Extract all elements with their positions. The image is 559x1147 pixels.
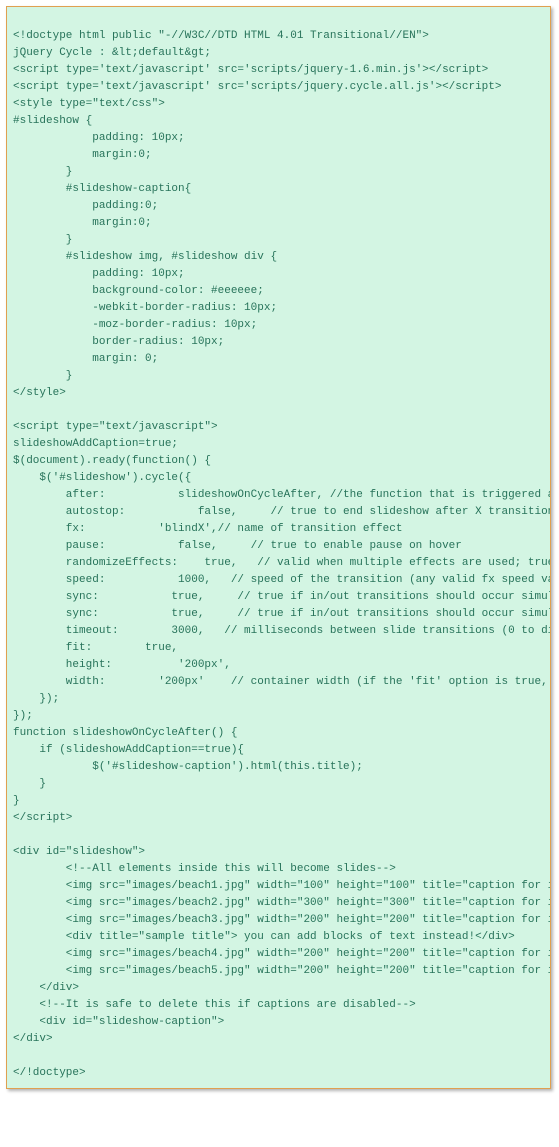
code-line: });: [13, 710, 33, 722]
code-line: <img src="images/beach5.jpg" width="200"…: [13, 965, 551, 977]
code-line: margin:0;: [13, 217, 152, 229]
code-line: function slideshowOnCycleAfter() {: [13, 727, 237, 739]
code-line: <script type='text/javascript' src='scri…: [13, 81, 501, 93]
code-line: margin:0;: [13, 149, 152, 161]
code-line: <!--All elements inside this will become…: [13, 863, 396, 875]
code-line: speed: 1000, // speed of the transition …: [13, 574, 551, 586]
code-line: padding: 10px;: [13, 268, 185, 280]
code-line: <div id="slideshow-caption">: [13, 1016, 224, 1028]
code-line: jQuery Cycle : &lt;default&gt;: [13, 47, 211, 59]
code-line: sync: true, // true if in/out transition…: [13, 608, 551, 620]
code-line: border-radius: 10px;: [13, 336, 224, 348]
code-line: }: [13, 370, 72, 382]
code-line: fx: 'blindX',// name of transition effec…: [13, 523, 402, 535]
code-line: <script type='text/javascript' src='scri…: [13, 64, 488, 76]
code-line: #slideshow {: [13, 115, 92, 127]
code-line: </style>: [13, 387, 66, 399]
code-line: </script>: [13, 812, 72, 824]
code-line: </div>: [13, 1033, 53, 1045]
code-line: -moz-border-radius: 10px;: [13, 319, 257, 331]
code-line: -webkit-border-radius: 10px;: [13, 302, 277, 314]
code-line: sync: true, // true if in/out transition…: [13, 591, 551, 603]
code-line: slideshowAddCaption=true;: [13, 438, 178, 450]
code-line: #slideshow img, #slideshow div {: [13, 251, 277, 263]
code-line: if (slideshowAddCaption==true){: [13, 744, 244, 756]
code-line: $(document).ready(function() {: [13, 455, 211, 467]
code-line: $('#slideshow-caption').html(this.title)…: [13, 761, 363, 773]
code-line: #slideshow-caption{: [13, 183, 191, 195]
code-line: <div id="slideshow">: [13, 846, 145, 858]
code-line: <div title="sample title"> you can add b…: [13, 931, 515, 943]
code-line: width: '200px' // container width (if th…: [13, 676, 551, 688]
code-line: after: slideshowOnCycleAfter, //the func…: [13, 489, 551, 501]
code-line: </!doctype>: [13, 1067, 86, 1079]
code-line: pause: false, // true to enable pause on…: [13, 540, 462, 552]
code-block: <!doctype html public "-//W3C//DTD HTML …: [6, 6, 551, 1089]
code-line: autostop: false, // true to end slidesho…: [13, 506, 551, 518]
code-line: randomizeEffects: true, // valid when mu…: [13, 557, 551, 569]
code-line: </div>: [13, 982, 79, 994]
code-line: <img src="images/beach1.jpg" width="100"…: [13, 880, 551, 892]
code-line: <style type="text/css">: [13, 98, 165, 110]
code-line: <script type="text/javascript">: [13, 421, 218, 433]
code-line: }: [13, 795, 20, 807]
code-line: timeout: 3000, // milliseconds between s…: [13, 625, 551, 637]
code-line: background-color: #eeeeee;: [13, 285, 264, 297]
code-line: }: [13, 778, 46, 790]
code-line: fit: true,: [13, 642, 178, 654]
code-line: <img src="images/beach3.jpg" width="200"…: [13, 914, 551, 926]
code-line: });: [13, 693, 59, 705]
code-line: $('#slideshow').cycle({: [13, 472, 191, 484]
code-line: }: [13, 166, 72, 178]
code-line: margin: 0;: [13, 353, 158, 365]
code-line: padding:0;: [13, 200, 158, 212]
code-line: <img src="images/beach4.jpg" width="200"…: [13, 948, 551, 960]
code-line: height: '200px',: [13, 659, 231, 671]
code-line: <!--It is safe to delete this if caption…: [13, 999, 416, 1011]
code-line: }: [13, 234, 72, 246]
code-line: <img src="images/beach2.jpg" width="300"…: [13, 897, 551, 909]
code-line: <!doctype html public "-//W3C//DTD HTML …: [13, 30, 429, 42]
code-line: padding: 10px;: [13, 132, 185, 144]
